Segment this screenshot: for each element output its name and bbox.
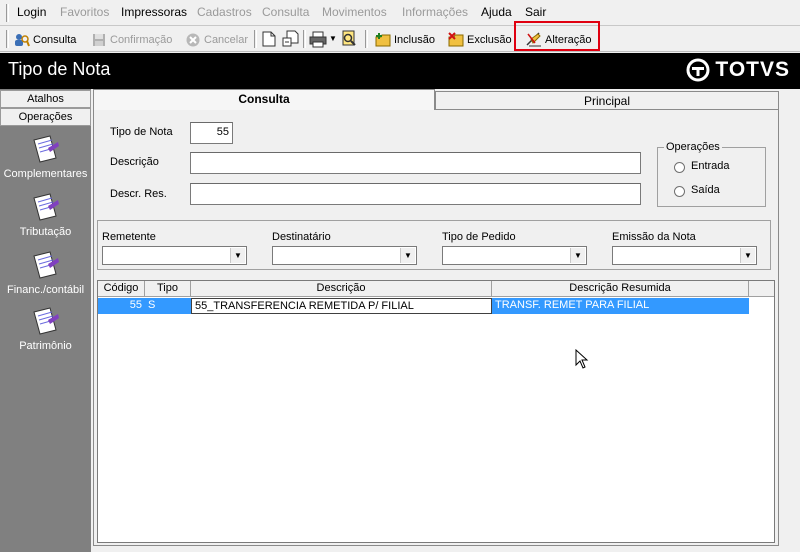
printer-dropdown-icon[interactable]: ▼ — [329, 34, 337, 43]
sidebar-item-financ-contabil[interactable]: Financ./contábil — [0, 250, 91, 296]
saida-radio[interactable] — [674, 186, 685, 197]
cell-descricao[interactable]: 55_TRANSFERENCIA REMETIDA P/ FILIAL — [191, 298, 492, 314]
toolbar-separator-3 — [365, 30, 368, 48]
folder-add-icon — [375, 32, 391, 46]
menu-grip — [6, 4, 9, 22]
filters-group: Remetente ▼ Destinatário ▼ Tipo de Pedid… — [97, 220, 771, 270]
descricao-label: Descrição — [110, 156, 159, 168]
sidebar-item-patrimonio[interactable]: Patrimônio — [0, 306, 91, 352]
mouse-cursor-icon — [575, 349, 589, 369]
sidebar-item-complementares[interactable]: Complementares — [0, 134, 91, 180]
documents-icon — [32, 135, 59, 163]
tab-principal[interactable]: Principal — [435, 91, 779, 111]
cell-codigo[interactable]: 55 — [98, 298, 145, 314]
users-search-icon — [15, 33, 30, 46]
cancelar-label: Cancelar — [204, 33, 249, 46]
chevron-down-icon: ▼ — [570, 248, 585, 263]
documents-icon — [32, 193, 59, 221]
consulta-label: Consulta — [33, 33, 77, 46]
menu-movimentos[interactable]: Movimentos — [322, 5, 387, 19]
printer-icon[interactable] — [309, 30, 327, 48]
toolbar-separator-2 — [303, 30, 306, 48]
chevron-down-icon: ▼ — [230, 248, 245, 263]
consulta-panel: Tipo de Nota 55 Descrição Descr. Res. Op… — [93, 109, 779, 546]
tipo-pedido-select[interactable]: ▼ — [442, 246, 587, 265]
sidebar-item-label: Patrimônio — [19, 340, 72, 352]
tab-atalhos[interactable]: Atalhos — [0, 90, 91, 108]
menu-sair[interactable]: Sair — [525, 5, 546, 19]
saida-label: Saída — [691, 184, 720, 196]
exclusao-button[interactable]: Exclusão — [448, 30, 512, 49]
entrada-radio[interactable] — [674, 162, 685, 173]
documents-icon — [32, 251, 59, 279]
menu-bar: Login Favoritos Impressoras Cadastros Co… — [0, 0, 800, 26]
remetente-label: Remetente — [102, 231, 156, 243]
menu-ajuda[interactable]: Ajuda — [481, 5, 512, 19]
emissao-nota-label: Emissão da Nota — [612, 231, 696, 243]
column-header-descricao[interactable]: Descrição — [191, 281, 492, 297]
menu-impressoras[interactable]: Impressoras — [121, 5, 187, 19]
tipo-pedido-label: Tipo de Pedido — [442, 231, 516, 243]
sidebar-item-label: Complementares — [3, 168, 88, 180]
operacoes-title: Operações — [664, 141, 722, 153]
toolbar: Consulta Confirmação Cancelar ▼ Inclusão — [0, 27, 800, 52]
operacoes-group: Operações Entrada Saída — [657, 141, 766, 207]
consulta-button[interactable]: Consulta — [14, 30, 76, 49]
exclusao-label: Exclusão — [467, 33, 512, 46]
remetente-select[interactable]: ▼ — [102, 246, 247, 265]
brand-name: TOTVS — [715, 58, 790, 81]
menu-login[interactable]: Login — [17, 5, 46, 19]
window-title: Tipo de Nota — [8, 59, 111, 79]
tipo-nota-field[interactable]: 55 — [190, 122, 233, 144]
alteracao-highlight-box — [514, 21, 600, 51]
menu-consulta[interactable]: Consulta — [262, 5, 309, 19]
descr-res-label: Descr. Res. — [110, 188, 167, 200]
column-header-tipo[interactable]: Tipo — [145, 281, 191, 297]
sidebar-item-label: Financ./contábil — [6, 284, 85, 296]
column-header-codigo[interactable]: Código — [98, 281, 145, 297]
menu-cadastros[interactable]: Cadastros — [197, 5, 252, 19]
inclusao-button[interactable]: Inclusão — [375, 30, 435, 49]
confirmacao-label: Confirmação — [110, 33, 173, 46]
results-grid[interactable]: Código Tipo Descrição Descrição Resumida… — [97, 280, 775, 543]
emissao-nota-select[interactable]: ▼ — [612, 246, 757, 265]
toolbar-separator — [254, 30, 257, 48]
destinatario-label: Destinatário — [272, 231, 331, 243]
menu-informacoes[interactable]: Informações — [402, 5, 468, 19]
cell-tipo[interactable]: S — [145, 298, 191, 314]
tab-consulta[interactable]: Consulta — [93, 89, 435, 110]
entrada-label: Entrada — [691, 160, 730, 172]
documents-icon — [32, 307, 59, 335]
save-icon — [93, 33, 105, 46]
chevron-down-icon: ▼ — [400, 248, 415, 263]
sidebar-item-label: Tributação — [19, 226, 72, 238]
descr-res-field[interactable] — [190, 183, 641, 205]
totvs-logo-icon — [686, 58, 710, 82]
title-bar: Tipo de Nota TOTVS — [0, 53, 800, 89]
tipo-nota-label: Tipo de Nota — [110, 126, 173, 138]
menu-favoritos[interactable]: Favoritos — [60, 5, 109, 19]
descricao-field[interactable] — [190, 152, 641, 174]
export-document-icon[interactable] — [282, 30, 300, 48]
confirmacao-button[interactable]: Confirmação — [91, 30, 172, 49]
sidebar-item-tributacao[interactable]: Tributação — [0, 192, 91, 238]
new-document-icon[interactable] — [262, 31, 276, 47]
inclusao-label: Inclusão — [394, 33, 435, 46]
destinatario-select[interactable]: ▼ — [272, 246, 417, 265]
brand-logo: TOTVS — [686, 58, 790, 82]
cell-descricao-resumida[interactable]: TRANSF. REMET PARA FILIAL — [492, 298, 749, 314]
cancelar-button[interactable]: Cancelar — [185, 30, 248, 49]
column-header-filler — [749, 281, 774, 297]
column-header-descricao-resumida[interactable]: Descrição Resumida — [492, 281, 749, 297]
folder-delete-icon — [448, 31, 464, 46]
tab-operacoes[interactable]: Operações — [0, 108, 91, 126]
chevron-down-icon: ▼ — [740, 248, 755, 263]
cancel-icon — [186, 33, 200, 46]
left-panel: Atalhos Operações Complementares Tributa… — [0, 89, 91, 552]
print-preview-icon[interactable] — [340, 30, 358, 48]
toolbar-grip — [6, 30, 9, 48]
main-area: Consulta Principal Tipo de Nota 55 Descr… — [91, 89, 800, 552]
